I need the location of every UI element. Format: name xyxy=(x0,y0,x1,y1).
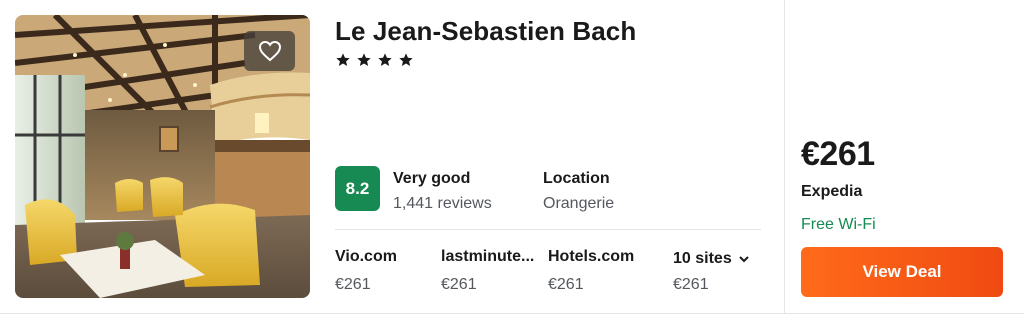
amenity-free-wifi: Free Wi-Fi xyxy=(801,216,876,233)
location-label: Location xyxy=(543,170,610,187)
heart-outline-icon xyxy=(258,40,281,62)
column-separator xyxy=(784,0,785,314)
star-icon xyxy=(399,53,413,66)
location-value: Orangerie xyxy=(543,195,615,212)
star-icon xyxy=(357,53,371,66)
review-count[interactable]: 1,441 reviews xyxy=(393,195,492,213)
hotel-name[interactable]: Le Jean-Sebastien Bach xyxy=(335,16,636,47)
deal-price: €261 xyxy=(801,135,875,173)
provider-price: €261 xyxy=(673,276,709,293)
star-icon xyxy=(378,53,392,66)
hotel-result-card[interactable]: Le Jean-Sebastien Bach 8.2 Very good 1,4… xyxy=(0,0,1024,314)
star-icon xyxy=(336,53,350,66)
more-sites-label: 10 sites xyxy=(673,250,732,267)
rating-score-badge: 8.2 xyxy=(335,166,380,211)
more-sites-toggle[interactable]: 10 sites xyxy=(673,250,783,268)
provider-lastminute[interactable]: lastminute... €261 xyxy=(441,248,541,294)
favorite-button[interactable] xyxy=(244,31,295,71)
provider-name: Vio.com xyxy=(335,248,397,265)
chevron-down-icon xyxy=(739,255,749,262)
provider-price: €261 xyxy=(335,276,371,293)
provider-price: €261 xyxy=(441,276,477,293)
provider-name: Hotels.com xyxy=(548,248,635,265)
star-rating xyxy=(335,52,414,68)
more-sites-dropdown[interactable]: 10 sites €261 xyxy=(673,250,783,294)
provider-price: €261 xyxy=(548,276,584,293)
deal-provider: Expedia xyxy=(801,183,863,200)
provider-vio[interactable]: Vio.com €261 xyxy=(335,248,445,294)
rating-label: Very good xyxy=(393,170,471,187)
divider xyxy=(335,229,761,230)
view-deal-button[interactable]: View Deal xyxy=(801,247,1003,297)
provider-name: lastminute... xyxy=(441,248,535,265)
provider-hotels-com[interactable]: Hotels.com €261 xyxy=(548,248,658,294)
